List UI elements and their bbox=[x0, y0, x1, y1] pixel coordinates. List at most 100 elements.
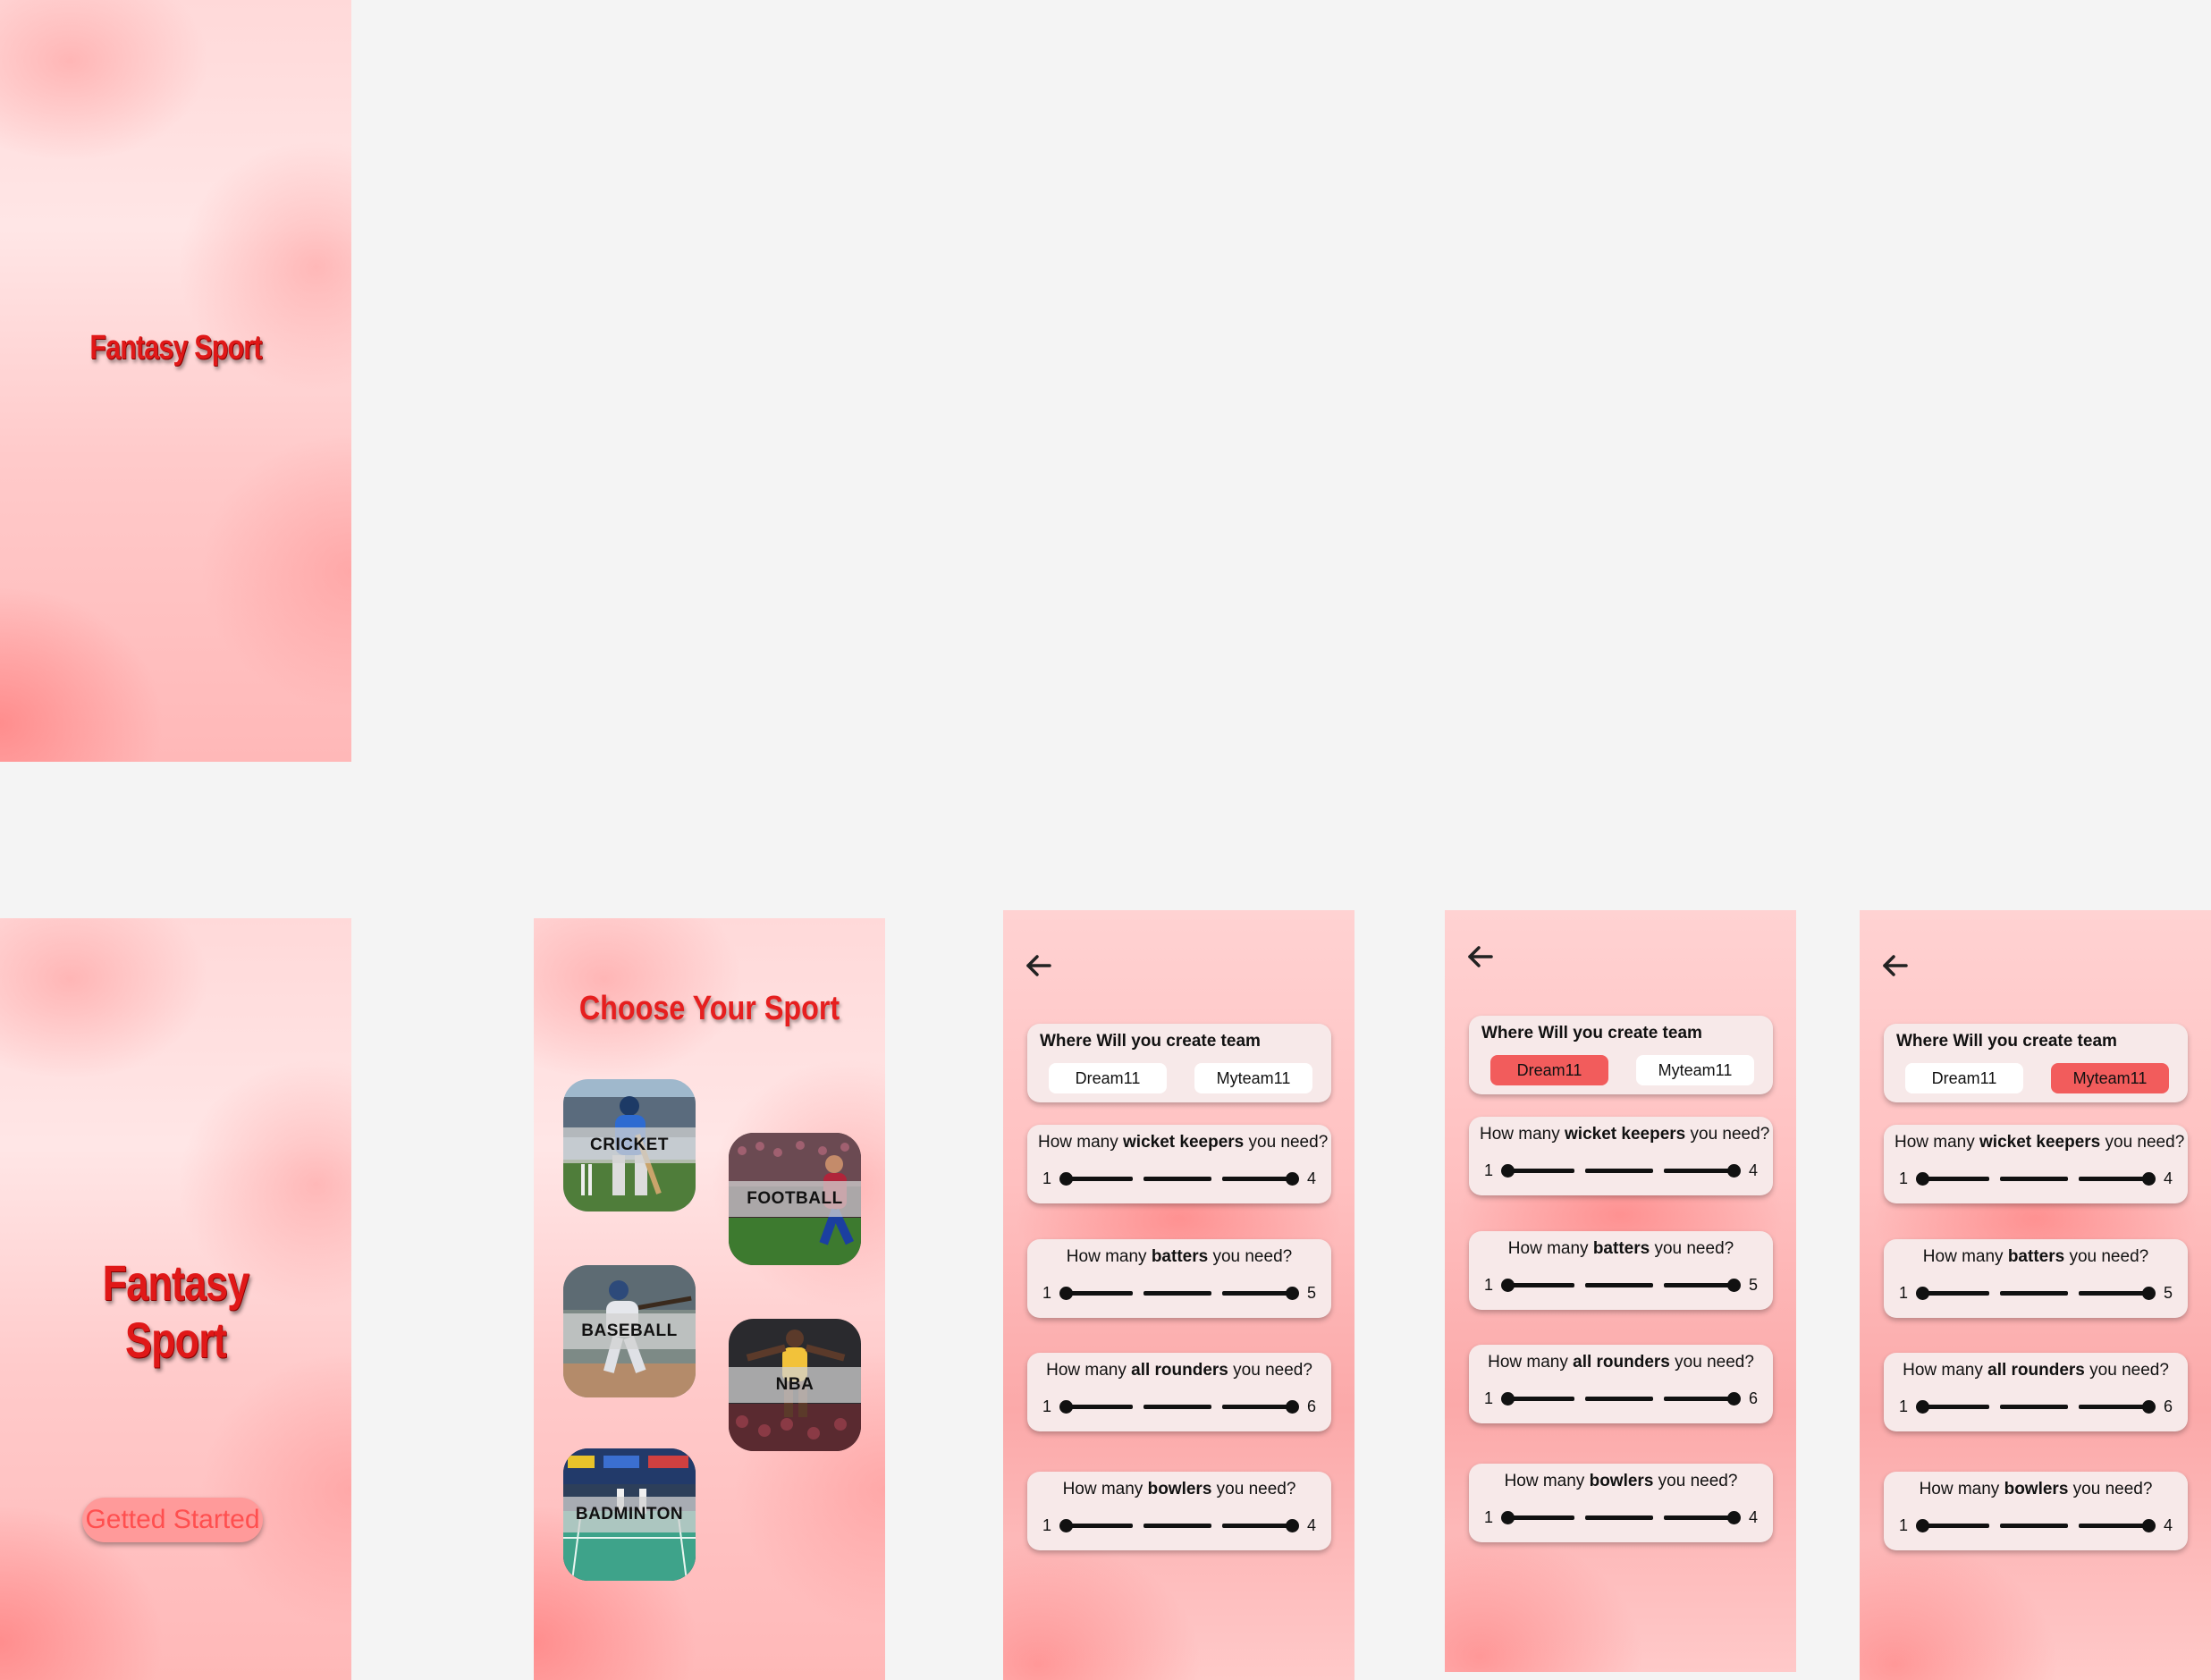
slider-min-label: 1 bbox=[1483, 1507, 1493, 1526]
slider-max-label: 6 bbox=[2163, 1397, 2173, 1415]
slider-min-label: 1 bbox=[1483, 1161, 1493, 1179]
arrow-left-icon[interactable] bbox=[1021, 948, 1057, 984]
slider-max-handle[interactable] bbox=[2142, 1519, 2156, 1532]
count-slider: 1 4 bbox=[1896, 1168, 2175, 1189]
sport-tile-badminton[interactable]: BADMINTON bbox=[563, 1448, 696, 1581]
sport-label: FOOTBALL bbox=[729, 1181, 861, 1217]
slider-min-handle[interactable] bbox=[1059, 1172, 1073, 1186]
slider-max-handle[interactable] bbox=[1727, 1279, 1741, 1292]
slider-max-handle[interactable] bbox=[1727, 1511, 1741, 1524]
count-slider: 1 4 bbox=[1481, 1507, 1760, 1528]
slider-track[interactable] bbox=[1916, 1396, 2156, 1417]
count-slider-card: How many batters you need? 1 5 bbox=[1469, 1231, 1773, 1310]
slider-max-label: 4 bbox=[2163, 1515, 2173, 1534]
slider-track[interactable] bbox=[1501, 1507, 1741, 1528]
count-slider-card: How many wicket keepers you need? 1 4 bbox=[1027, 1125, 1331, 1203]
count-slider-card: How many all rounders you need? 1 6 bbox=[1027, 1353, 1331, 1431]
slider-max-handle[interactable] bbox=[1286, 1400, 1299, 1414]
sport-label: BASEBALL bbox=[563, 1313, 696, 1349]
slider-min-label: 1 bbox=[1898, 1169, 1908, 1187]
slider-track[interactable] bbox=[1501, 1274, 1741, 1296]
slider-track[interactable] bbox=[1916, 1515, 2156, 1536]
count-question: How many batters you need? bbox=[1066, 1247, 1293, 1266]
slider-max-handle[interactable] bbox=[1727, 1392, 1741, 1406]
count-question: How many batters you need? bbox=[1507, 1239, 1734, 1258]
slider-max-handle[interactable] bbox=[1727, 1164, 1741, 1178]
slider-max-handle[interactable] bbox=[2142, 1400, 2156, 1414]
slider-max-label: 4 bbox=[1306, 1515, 1316, 1534]
slider-min-label: 1 bbox=[1042, 1515, 1051, 1534]
app-logo-large: Fantasy Sport bbox=[35, 1254, 316, 1369]
arrow-left-icon[interactable] bbox=[1878, 948, 1913, 984]
page-title: Choose Your Sport bbox=[578, 990, 840, 1027]
platform-question: Where Will you create team bbox=[1040, 1032, 1261, 1051]
logo-line-2: Sport bbox=[125, 1312, 227, 1368]
count-question: How many bowlers you need? bbox=[1919, 1480, 2153, 1498]
count-slider: 1 5 bbox=[1481, 1274, 1760, 1296]
dream11-button[interactable]: Dream11 bbox=[1490, 1055, 1608, 1085]
get-started-button[interactable]: Getted Started bbox=[82, 1498, 263, 1542]
sport-label: CRICKET bbox=[563, 1127, 696, 1163]
slider-min-label: 1 bbox=[1898, 1283, 1908, 1302]
sport-tile-baseball[interactable]: BASEBALL bbox=[563, 1265, 696, 1397]
slider-min-handle[interactable] bbox=[1501, 1392, 1515, 1406]
slider-track[interactable] bbox=[1059, 1515, 1299, 1536]
slider-min-handle[interactable] bbox=[1916, 1519, 1929, 1532]
count-slider-card: How many batters you need? 1 5 bbox=[1884, 1239, 2188, 1318]
count-question: How many wicket keepers you need? bbox=[1480, 1125, 1770, 1144]
dream11-button[interactable]: Dream11 bbox=[1049, 1063, 1167, 1093]
slider-min-handle[interactable] bbox=[1916, 1400, 1929, 1414]
slider-min-label: 1 bbox=[1898, 1515, 1908, 1534]
count-slider: 1 6 bbox=[1040, 1396, 1319, 1417]
slider-track[interactable] bbox=[1059, 1282, 1299, 1304]
slider-track[interactable] bbox=[1501, 1160, 1741, 1181]
count-slider-card: How many bowlers you need? 1 4 bbox=[1027, 1472, 1331, 1550]
slider-track[interactable] bbox=[1059, 1168, 1299, 1189]
slider-track[interactable] bbox=[1916, 1282, 2156, 1304]
slider-min-label: 1 bbox=[1042, 1283, 1051, 1302]
slider-min-handle[interactable] bbox=[1501, 1164, 1515, 1178]
sport-tile-nba[interactable]: NBA bbox=[729, 1319, 861, 1451]
slider-min-handle[interactable] bbox=[1059, 1287, 1073, 1300]
slider-min-handle[interactable] bbox=[1501, 1511, 1515, 1524]
slider-max-label: 5 bbox=[1306, 1283, 1316, 1302]
slider-min-handle[interactable] bbox=[1916, 1287, 1929, 1300]
slider-max-handle[interactable] bbox=[2142, 1172, 2156, 1186]
slider-max-label: 5 bbox=[2163, 1283, 2173, 1302]
team-setup-screen: Where Will you create team Dream11 Mytea… bbox=[1003, 910, 1354, 1680]
slider-track[interactable] bbox=[1059, 1396, 1299, 1417]
sport-label: NBA bbox=[729, 1367, 861, 1403]
sport-tile-cricket[interactable]: CRICKET bbox=[563, 1079, 696, 1211]
myteam11-button[interactable]: Myteam11 bbox=[1636, 1055, 1754, 1085]
slider-max-handle[interactable] bbox=[1286, 1287, 1299, 1300]
slider-max-handle[interactable] bbox=[1286, 1172, 1299, 1186]
sport-tile-football[interactable]: FOOTBALL bbox=[729, 1133, 861, 1265]
team-setup-screen: Where Will you create team Dream11 Mytea… bbox=[1860, 910, 2211, 1680]
slider-min-label: 1 bbox=[1483, 1389, 1493, 1407]
slider-max-handle[interactable] bbox=[2142, 1287, 2156, 1300]
slider-max-label: 4 bbox=[2163, 1169, 2173, 1187]
slider-min-handle[interactable] bbox=[1916, 1172, 1929, 1186]
myteam11-button[interactable]: Myteam11 bbox=[1194, 1063, 1312, 1093]
slider-min-handle[interactable] bbox=[1059, 1400, 1073, 1414]
slider-min-handle[interactable] bbox=[1059, 1519, 1073, 1532]
dream11-button[interactable]: Dream11 bbox=[1905, 1063, 2023, 1093]
slider-min-label: 1 bbox=[1483, 1275, 1493, 1294]
slider-max-label: 4 bbox=[1306, 1169, 1316, 1187]
slider-track[interactable] bbox=[1501, 1388, 1741, 1409]
slider-max-label: 5 bbox=[1748, 1275, 1758, 1294]
choose-sport-screen: Choose Your Sport CRICKET FOOTBALL BASEB… bbox=[534, 918, 885, 1680]
splash-screen: Fantasy Sport bbox=[0, 0, 351, 762]
slider-max-handle[interactable] bbox=[1286, 1519, 1299, 1532]
slider-min-label: 1 bbox=[1898, 1397, 1908, 1415]
count-question: How many wicket keepers you need? bbox=[1038, 1133, 1329, 1152]
slider-min-handle[interactable] bbox=[1501, 1279, 1515, 1292]
slider-track[interactable] bbox=[1916, 1168, 2156, 1189]
arrow-left-icon[interactable] bbox=[1463, 939, 1498, 975]
platform-question: Where Will you create team bbox=[1481, 1024, 1702, 1043]
app-logo: Fantasy Sport bbox=[89, 329, 262, 367]
count-question: How many bowlers you need? bbox=[1062, 1480, 1296, 1498]
count-question: How many all rounders you need? bbox=[1046, 1361, 1312, 1380]
count-slider: 1 4 bbox=[1040, 1168, 1319, 1189]
myteam11-button[interactable]: Myteam11 bbox=[2051, 1063, 2169, 1093]
